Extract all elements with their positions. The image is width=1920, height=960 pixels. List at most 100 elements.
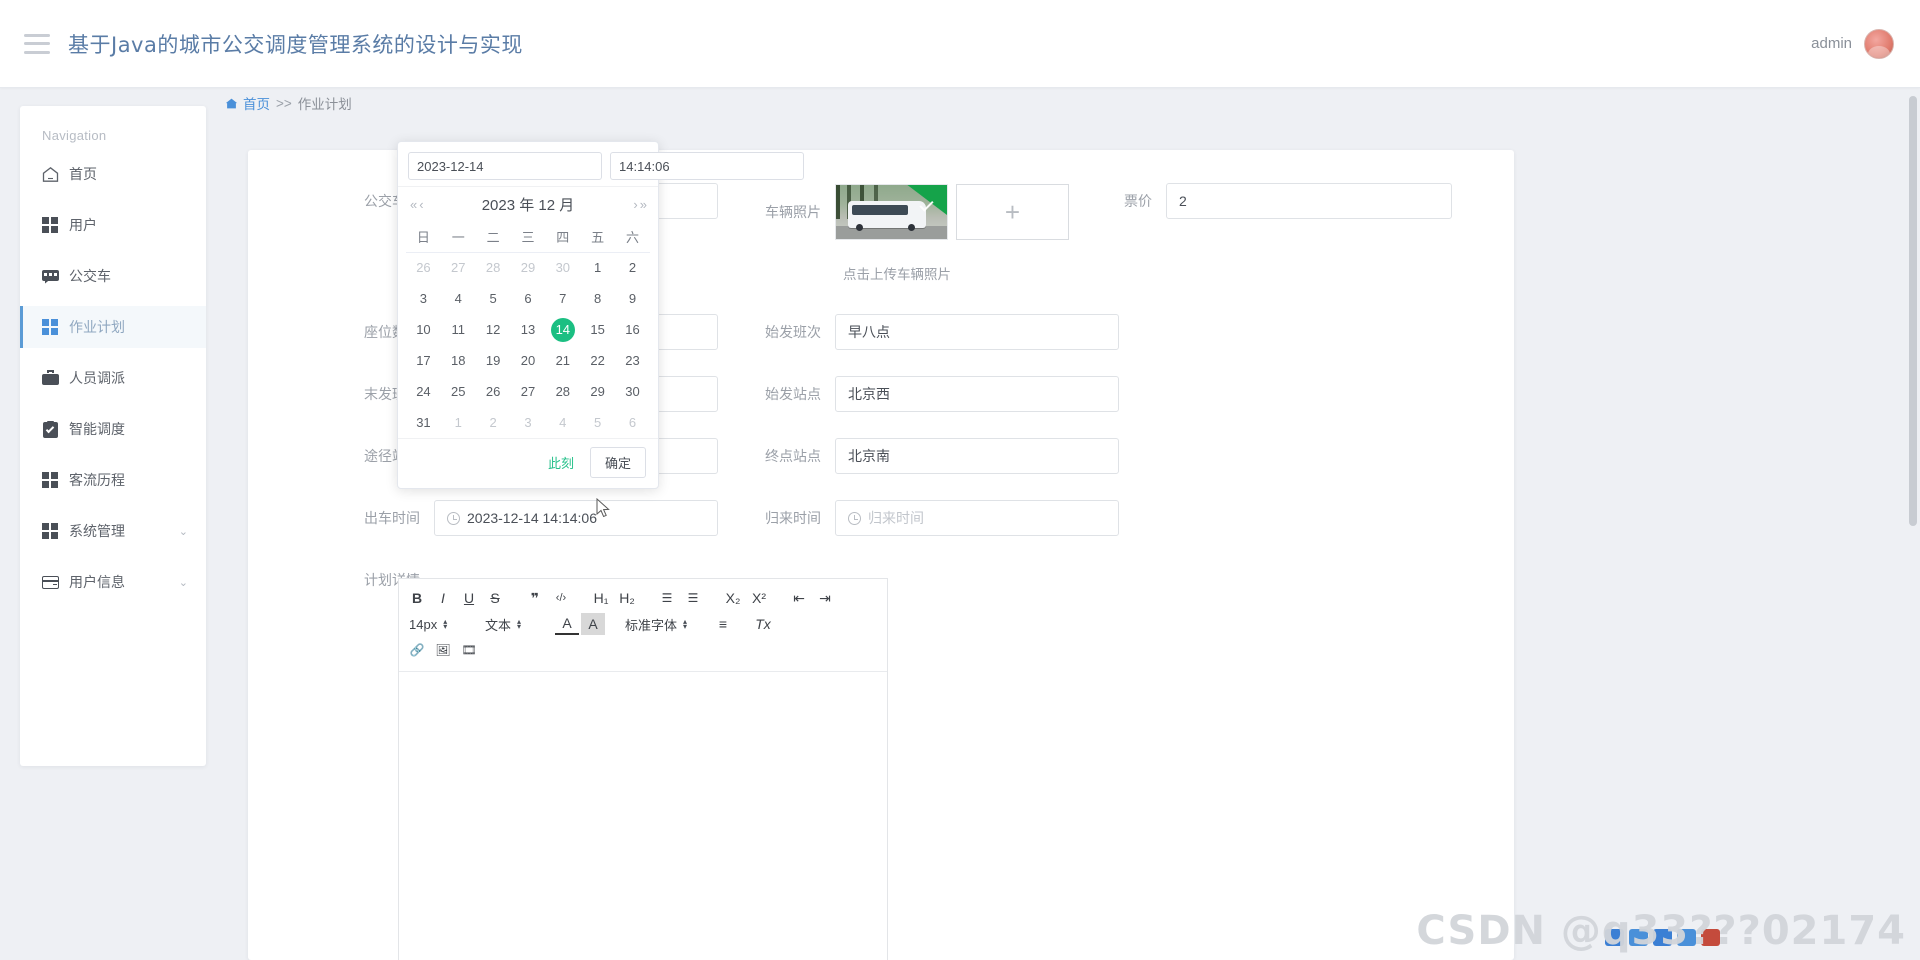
heading-2-icon[interactable]: H₂ — [615, 587, 639, 609]
outdent-icon[interactable]: ⇤ — [787, 587, 811, 609]
calendar-day-cell[interactable]: 10 — [406, 314, 441, 345]
bullet-list-icon[interactable]: ☰ — [681, 587, 705, 609]
calendar-day-cell[interactable]: 19 — [476, 345, 511, 376]
calendar-day-cell[interactable]: 16 — [615, 314, 650, 345]
code-icon[interactable]: ‹/› — [549, 587, 573, 609]
next-year-icon[interactable]: » — [640, 197, 647, 212]
calendar-day-label: 25 — [451, 383, 466, 399]
calendar-day-cell[interactable]: 7 — [545, 283, 580, 314]
add-photo-button[interactable]: + — [956, 184, 1069, 240]
calendar-day-cell[interactable]: 1 — [580, 252, 615, 283]
sidebar-item-smart-dispatch[interactable]: 智能调度 — [20, 408, 206, 450]
depart-time-input[interactable]: 2023-12-14 14:14:06 — [434, 500, 718, 536]
return-time-input[interactable]: 归来时间 — [835, 500, 1119, 536]
now-button[interactable]: 此刻 — [542, 452, 580, 473]
confirm-button[interactable]: 确定 — [589, 447, 646, 478]
calendar-day-cell[interactable]: 12 — [476, 314, 511, 345]
font-color-icon[interactable]: A — [555, 613, 579, 635]
calendar-day-cell[interactable]: 27 — [511, 376, 546, 407]
italic-icon[interactable]: I — [431, 587, 455, 609]
calendar-day-cell[interactable]: 4 — [545, 407, 580, 438]
calendar-day-cell[interactable]: 4 — [441, 283, 476, 314]
picker-date-input[interactable] — [408, 152, 602, 180]
calendar-day-cell[interactable]: 24 — [406, 376, 441, 407]
end-stop-input[interactable] — [835, 438, 1119, 474]
calendar-day-cell[interactable]: 13 — [511, 314, 546, 345]
calendar-day-cell[interactable]: 2 — [615, 252, 650, 283]
image-icon[interactable]: 🖼 — [431, 639, 455, 661]
calendar-day-cell[interactable]: 29 — [511, 252, 546, 283]
calendar-day-cell[interactable]: 31 — [406, 407, 441, 438]
avatar[interactable] — [1864, 28, 1894, 59]
calendar-day-cell[interactable]: 9 — [615, 283, 650, 314]
calendar-day-cell[interactable]: 28 — [476, 252, 511, 283]
calendar-day-cell[interactable]: 29 — [580, 376, 615, 407]
clear-format-icon[interactable]: Tx — [751, 613, 775, 635]
calendar-day-label: 13 — [520, 321, 536, 337]
page-scrollbar[interactable] — [1909, 96, 1917, 526]
bold-icon[interactable]: B — [405, 587, 429, 609]
calendar-day-cell[interactable]: 6 — [615, 407, 650, 438]
superscript-icon[interactable]: X² — [747, 587, 771, 609]
calendar-day-cell[interactable]: 23 — [615, 345, 650, 376]
sidebar-item-staff-dispatch[interactable]: 人员调派 — [20, 357, 206, 399]
sidebar-item-users[interactable]: 用户 — [20, 204, 206, 246]
sidebar-item-user-info[interactable]: 用户信息 ⌄ — [20, 561, 206, 603]
sidebar-item-passenger-flow[interactable]: 客流历程 — [20, 459, 206, 501]
vehicle-photo-thumbnail[interactable] — [835, 184, 948, 240]
link-icon[interactable]: 🔗 — [405, 639, 429, 661]
calendar-day-cell[interactable]: 18 — [441, 345, 476, 376]
video-icon[interactable]: 🎞 — [457, 639, 481, 661]
align-icon[interactable]: ≡ — [711, 613, 735, 635]
calendar-day-label: 28 — [555, 383, 571, 399]
underline-icon[interactable]: U — [457, 587, 481, 609]
calendar-day-cell[interactable]: 30 — [545, 252, 580, 283]
strikethrough-icon[interactable]: S — [483, 587, 507, 609]
calendar-day-cell[interactable]: 5 — [580, 407, 615, 438]
calendar-day-label: 4 — [559, 414, 567, 430]
calendar-day-cell[interactable]: 2 — [476, 407, 511, 438]
font-size-select[interactable]: 14px ▴ ▾ — [405, 613, 469, 635]
calendar-day-cell[interactable]: 6 — [511, 283, 546, 314]
calendar-day-cell[interactable]: 5 — [476, 283, 511, 314]
calendar-day-cell[interactable]: 28 — [545, 376, 580, 407]
text-style-select[interactable]: 文本 ▴ ▾ — [481, 613, 543, 635]
first-trip-input[interactable] — [835, 314, 1119, 350]
calendar-day-cell[interactable]: 17 — [406, 345, 441, 376]
start-stop-input[interactable] — [835, 376, 1119, 412]
calendar-day-cell[interactable]: 3 — [511, 407, 546, 438]
calendar-day-cell[interactable]: 11 — [441, 314, 476, 345]
calendar-day-cell[interactable]: 22 — [580, 345, 615, 376]
calendar-day-cell[interactable]: 8 — [580, 283, 615, 314]
calendar-day-cell[interactable]: 20 — [511, 345, 546, 376]
subscript-icon[interactable]: X₂ — [721, 587, 745, 609]
sidebar-item-work-plan[interactable]: 作业计划 — [20, 306, 206, 348]
blockquote-icon[interactable]: ❞ — [523, 587, 547, 609]
calendar-day-cell[interactable]: 14 — [545, 314, 580, 345]
next-month-icon[interactable]: › — [633, 197, 637, 212]
indent-icon[interactable]: ⇥ — [813, 587, 837, 609]
calendar-day-cell[interactable]: 1 — [441, 407, 476, 438]
heading-1-icon[interactable]: H₁ — [589, 587, 613, 609]
datetime-picker-popup: « ‹ 2023 年 12 月 › » 日 一 二 三 四 五 六 — [397, 141, 804, 489]
sidebar-item-bus[interactable]: 公交车 — [20, 255, 206, 297]
hamburger-icon[interactable] — [24, 33, 50, 54]
calendar-day-cell[interactable]: 27 — [441, 252, 476, 283]
prev-year-icon[interactable]: « — [410, 197, 417, 212]
font-family-select[interactable]: 标准字体 ▴ ▾ — [621, 613, 699, 635]
fare-input[interactable] — [1166, 183, 1452, 219]
calendar-day-cell[interactable]: 15 — [580, 314, 615, 345]
calendar-day-cell[interactable]: 30 — [615, 376, 650, 407]
editor-content-area[interactable] — [399, 672, 887, 960]
calendar-day-cell[interactable]: 26 — [406, 252, 441, 283]
ordered-list-icon[interactable]: ☰ — [655, 587, 679, 609]
sidebar-item-system-management[interactable]: 系统管理 ⌄ — [20, 510, 206, 552]
calendar-day-cell[interactable]: 3 — [406, 283, 441, 314]
picker-time-input[interactable] — [610, 152, 804, 180]
breadcrumb-home[interactable]: 首页 — [225, 93, 270, 113]
calendar-day-cell[interactable]: 21 — [545, 345, 580, 376]
sidebar-item-home[interactable]: 首页 — [20, 153, 206, 195]
calendar-day-cell[interactable]: 25 — [441, 376, 476, 407]
background-color-icon[interactable]: A — [581, 613, 605, 635]
calendar-day-cell[interactable]: 26 — [476, 376, 511, 407]
